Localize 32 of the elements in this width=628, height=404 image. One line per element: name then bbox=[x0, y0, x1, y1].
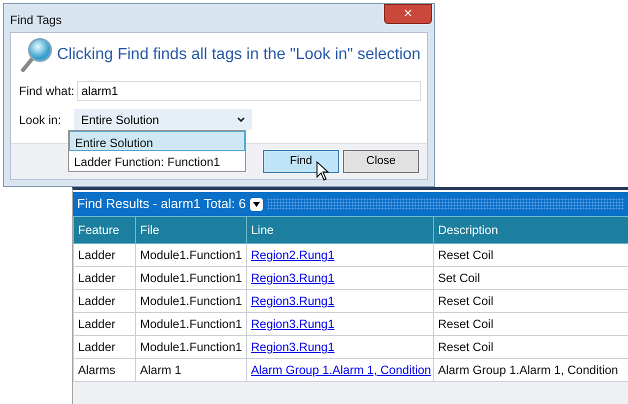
field-label: Look in: bbox=[19, 112, 62, 128]
dialog-message: Clicking Find finds all tags in the "Look in" selection bbox=[57, 45, 421, 65]
dialog-button[interactable]: Close bbox=[343, 150, 419, 173]
table-cell: Module1.Function1 bbox=[136, 336, 246, 358]
caret-icon bbox=[252, 202, 260, 206]
table-cell: Ladder bbox=[74, 312, 136, 336]
field-label: Find what: bbox=[19, 83, 74, 100]
find-what-field[interactable]: alarm1 bbox=[77, 81, 421, 101]
close-button[interactable]: × bbox=[384, 4, 432, 24]
table-cell: Ladder bbox=[74, 336, 136, 358]
table-cell: Alarms bbox=[74, 358, 136, 382]
window-title: Find Tags bbox=[10, 13, 62, 27]
panel-title: Find Results - alarm1 Total: 6 bbox=[77, 195, 246, 214]
table-cell: Alarm 1 bbox=[136, 358, 246, 382]
table-cell: Module1.Function1 bbox=[136, 290, 246, 312]
table-cell: Ladder bbox=[74, 266, 136, 290]
dialog-button[interactable]: Find bbox=[263, 150, 339, 173]
column-header[interactable]: Description bbox=[434, 216, 628, 244]
table-cell: Module1.Function1 bbox=[136, 244, 246, 266]
look-in-dropdown[interactable]: Entire Solution bbox=[74, 109, 252, 130]
column-header[interactable]: File bbox=[136, 216, 246, 244]
table-cell: Module1.Function1 bbox=[136, 266, 246, 290]
caret-icon bbox=[237, 116, 245, 122]
dropdown-option[interactable]: Entire Solution bbox=[69, 131, 245, 151]
dropdown-button[interactable] bbox=[250, 198, 263, 210]
dropdown-option[interactable]: Ladder Function: Function1 bbox=[69, 151, 245, 171]
column-header[interactable]: Feature bbox=[74, 216, 136, 244]
table-cell: Ladder bbox=[74, 244, 136, 266]
magnifier-icon bbox=[19, 37, 53, 73]
table-cell: Module1.Function1 bbox=[136, 312, 246, 336]
column-header[interactable]: Line bbox=[246, 216, 434, 244]
table-cell: Ladder bbox=[74, 290, 136, 312]
